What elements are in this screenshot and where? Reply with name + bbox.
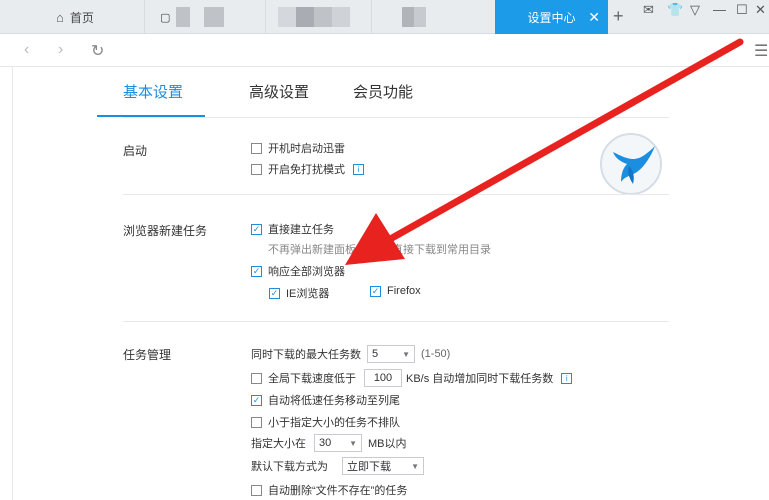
annotation-arrow	[345, 38, 744, 265]
